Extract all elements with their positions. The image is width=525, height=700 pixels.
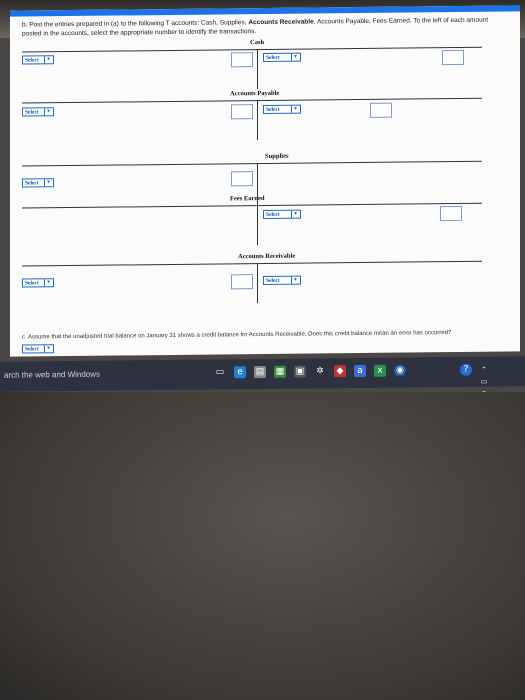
ar-credit-select[interactable]: Select ▾ [263,275,301,286]
excel-icon[interactable]: x [374,364,386,377]
t-account-title-supplies: Supplies [265,152,289,160]
t-account-title-accounts-receivable: Accounts Receivable [238,252,296,261]
system-tray-icons[interactable]: ⌃ ▭ ◐ ◄ [478,364,490,410]
taskbar-search[interactable]: arch the web and Windows [4,370,100,380]
chevron-down-icon: ▾ [291,105,299,113]
t-account-title-fees-earned: Fees Earned [230,195,265,203]
browser-screen: b. Post the entries prepared in (a) to t… [10,5,520,357]
monitor-bezel [0,392,525,700]
ap-debit-select[interactable]: Select ▾ [22,107,54,117]
app-icon[interactable]: ◆ [334,365,346,378]
ap-credit-amount[interactable] [370,102,392,118]
cash-debit-select[interactable]: Select ▾ [22,55,54,65]
t-account-line-fees-earned [22,202,482,209]
cash-credit-amount[interactable] [442,49,464,66]
question-c-select[interactable]: Select ▾ [22,344,54,354]
ar-debit-amount[interactable] [231,274,253,290]
t-account-line-supplies [22,160,482,167]
instructions-text: b. Post the entries prepared in (a) to t… [22,16,489,38]
windows-taskbar: arch the web and Windows ▭ e ▤ ▦ ▣ ✲ ◆ a… [0,356,525,410]
edge-browser-icon[interactable]: e [234,366,246,379]
t-account-title-cash: Cash [250,39,265,47]
word-icon[interactable]: a [354,364,366,378]
supplies-debit-amount[interactable] [231,171,253,187]
cash-debit-amount[interactable] [231,52,253,68]
help-icon[interactable]: ? [460,363,472,376]
t-account-divider-accounts-payable [257,100,258,141]
chrome-icon[interactable]: ◉ [394,364,406,377]
chevron-down-icon: ▾ [44,56,52,64]
supplies-debit-select[interactable]: Select ▾ [22,178,54,188]
calendar-icon[interactable]: ▣ [294,365,306,378]
store-icon[interactable]: ▦ [274,365,286,378]
t-account-divider-cash [257,49,258,90]
file-explorer-icon[interactable]: ▤ [254,365,266,379]
fees-credit-amount[interactable] [440,205,462,222]
chevron-down-icon: ▾ [291,210,299,218]
ap-debit-amount[interactable] [231,104,253,120]
chevron-down-icon: ▾ [44,279,52,287]
chevron-down-icon: ▾ [44,179,52,187]
cash-credit-select[interactable]: Select ▾ [263,52,301,63]
chevron-down-icon: ▾ [44,108,52,116]
t-account-divider-accounts-receivable [257,263,258,304]
settings-gear-icon[interactable]: ✲ [314,365,326,377]
chevron-down-icon: ▾ [291,276,299,284]
fees-credit-select[interactable]: Select ▾ [263,209,301,220]
ap-credit-select[interactable]: Select ▾ [263,104,301,115]
t-account-divider-fees-earned [257,205,258,246]
task-view-icon[interactable]: ▭ [214,366,226,378]
chevron-down-icon: ▾ [291,53,299,61]
t-account-line-accounts-receivable [22,260,482,267]
ar-debit-select[interactable]: Select ▾ [22,278,54,288]
chevron-down-icon: ▾ [44,345,52,353]
question-c-text: c. Assume that the unadjusted trial bala… [22,330,452,341]
t-account-line-accounts-payable [22,97,482,104]
t-account-title-accounts-payable: Accounts Payable [230,89,280,98]
